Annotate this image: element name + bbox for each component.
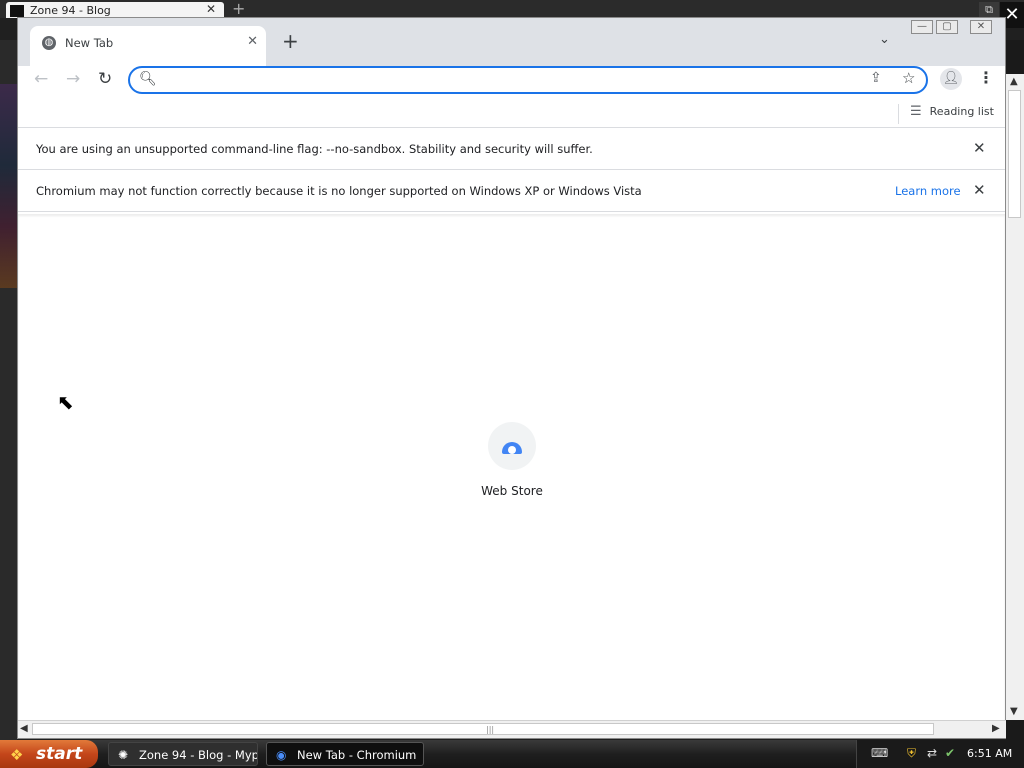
background-tabbar: Zone 94 - Blog ✕ +: [0, 0, 1024, 18]
chromium-window: — ▢ ✕ ◍ New Tab ✕ + ⌄ ← → ↻ 🔍︎ ⇪ ☆ 👤︎ ⋮ …: [17, 17, 1006, 739]
task-label: New Tab - Chromium: [297, 748, 417, 762]
reload-button[interactable]: ↻: [98, 70, 112, 88]
vertical-scrollbar[interactable]: ▲ ▼: [1006, 74, 1024, 720]
infobar-unsupported-os: Chromium may not function correctly beca…: [18, 170, 1005, 212]
infobar-sandbox: You are using an unsupported command-lin…: [18, 128, 1005, 170]
windows-logo-icon: ❖: [10, 746, 24, 764]
window-close-button[interactable]: ✕: [970, 20, 992, 34]
reading-list-label: Reading list: [929, 105, 994, 118]
restore-icon[interactable]: ⧉: [979, 2, 999, 18]
task-mypal[interactable]: ✺ Zone 94 - Blog - Mypal: [108, 742, 258, 766]
close-icon[interactable]: ✕: [247, 34, 258, 49]
mouse-cursor-icon: ⬉: [57, 390, 74, 414]
reading-list-icon: ☰: [910, 104, 922, 119]
system-tray: ⌨ ⛨ ⇄ ✔ 6:51 AM: [856, 740, 1024, 768]
taskbar: ❖ start ✺ Zone 94 - Blog - Mypal ◉ New T…: [0, 740, 1024, 768]
infobar-message: You are using an unsupported command-lin…: [36, 142, 593, 156]
share-icon[interactable]: ⇪: [870, 70, 882, 86]
start-label: start: [36, 744, 83, 764]
bookmarks-bar: ☰ Reading list: [18, 104, 1005, 128]
globe-icon: ◍: [42, 36, 56, 50]
scroll-left-icon[interactable]: ◀: [20, 723, 28, 734]
task-label: Zone 94 - Blog - Mypal: [139, 748, 258, 762]
background-tab[interactable]: Zone 94 - Blog ✕: [6, 2, 224, 18]
scrollbar-thumb[interactable]: [1008, 90, 1021, 218]
background-image: [0, 84, 17, 288]
web-store-icon: [502, 442, 522, 454]
shortcut-web-store[interactable]: Web Store: [462, 422, 562, 498]
clock: 6:51 AM: [967, 747, 1013, 760]
keyboard-icon[interactable]: ⌨: [871, 746, 888, 760]
forward-button[interactable]: →: [66, 70, 80, 88]
mypal-favicon-icon: [10, 5, 24, 17]
minimize-button[interactable]: —: [911, 20, 933, 34]
omnibox[interactable]: 🔍︎ ⇪ ☆: [128, 66, 928, 94]
divider: [898, 104, 899, 124]
task-chromium[interactable]: ◉ New Tab - Chromium: [266, 742, 424, 766]
shortcut-tile[interactable]: [488, 422, 536, 470]
shortcut-label: Web Store: [481, 484, 543, 498]
close-icon[interactable]: ✕: [206, 2, 216, 16]
shield-icon[interactable]: ⛨: [907, 746, 916, 761]
learn-more-link[interactable]: Learn more: [895, 184, 961, 198]
tab-strip: — ▢ ✕ ◍ New Tab ✕ + ⌄: [18, 18, 1005, 66]
infobar-message: Chromium may not function correctly beca…: [36, 184, 642, 198]
search-icon: 🔍︎: [139, 71, 157, 87]
mypal-icon: ✺: [118, 748, 129, 762]
star-icon[interactable]: ☆: [902, 69, 915, 87]
chevron-down-icon[interactable]: ⌄: [879, 32, 890, 47]
chromium-icon: ◉: [276, 748, 287, 762]
close-icon[interactable]: ✕: [973, 181, 986, 199]
more-menu-icon[interactable]: ⋮: [978, 68, 994, 87]
new-tab-button[interactable]: +: [282, 31, 299, 51]
start-button[interactable]: ❖ start: [0, 740, 98, 768]
scroll-up-icon[interactable]: ▲: [1010, 76, 1018, 87]
tab-title: New Tab: [65, 36, 114, 50]
background-tab-title: Zone 94 - Blog: [30, 4, 111, 17]
scroll-right-icon[interactable]: ▶: [992, 723, 1000, 734]
scroll-down-icon[interactable]: ▼: [1010, 706, 1018, 717]
plus-icon[interactable]: +: [232, 0, 245, 18]
reading-list-button[interactable]: ☰ Reading list: [910, 104, 994, 119]
back-button[interactable]: ←: [34, 70, 48, 88]
maximize-button[interactable]: ▢: [936, 20, 958, 34]
network-icon[interactable]: ⇄: [927, 746, 937, 760]
profile-icon[interactable]: 👤︎: [940, 68, 962, 90]
tab-new-tab[interactable]: ◍ New Tab ✕: [30, 26, 266, 66]
scrollbar-thumb[interactable]: |||: [32, 723, 934, 735]
grip-icon: |||: [486, 725, 495, 734]
toolbar: ← → ↻ 🔍︎ ⇪ ☆ 👤︎ ⋮: [18, 66, 1005, 104]
close-icon[interactable]: ✕: [973, 139, 986, 157]
safely-remove-icon[interactable]: ✔: [945, 746, 955, 760]
address-input[interactable]: [164, 70, 844, 90]
horizontal-scrollbar[interactable]: ◀ ||| ▶: [18, 720, 1006, 738]
new-tab-page: Web Store: [18, 214, 1005, 720]
